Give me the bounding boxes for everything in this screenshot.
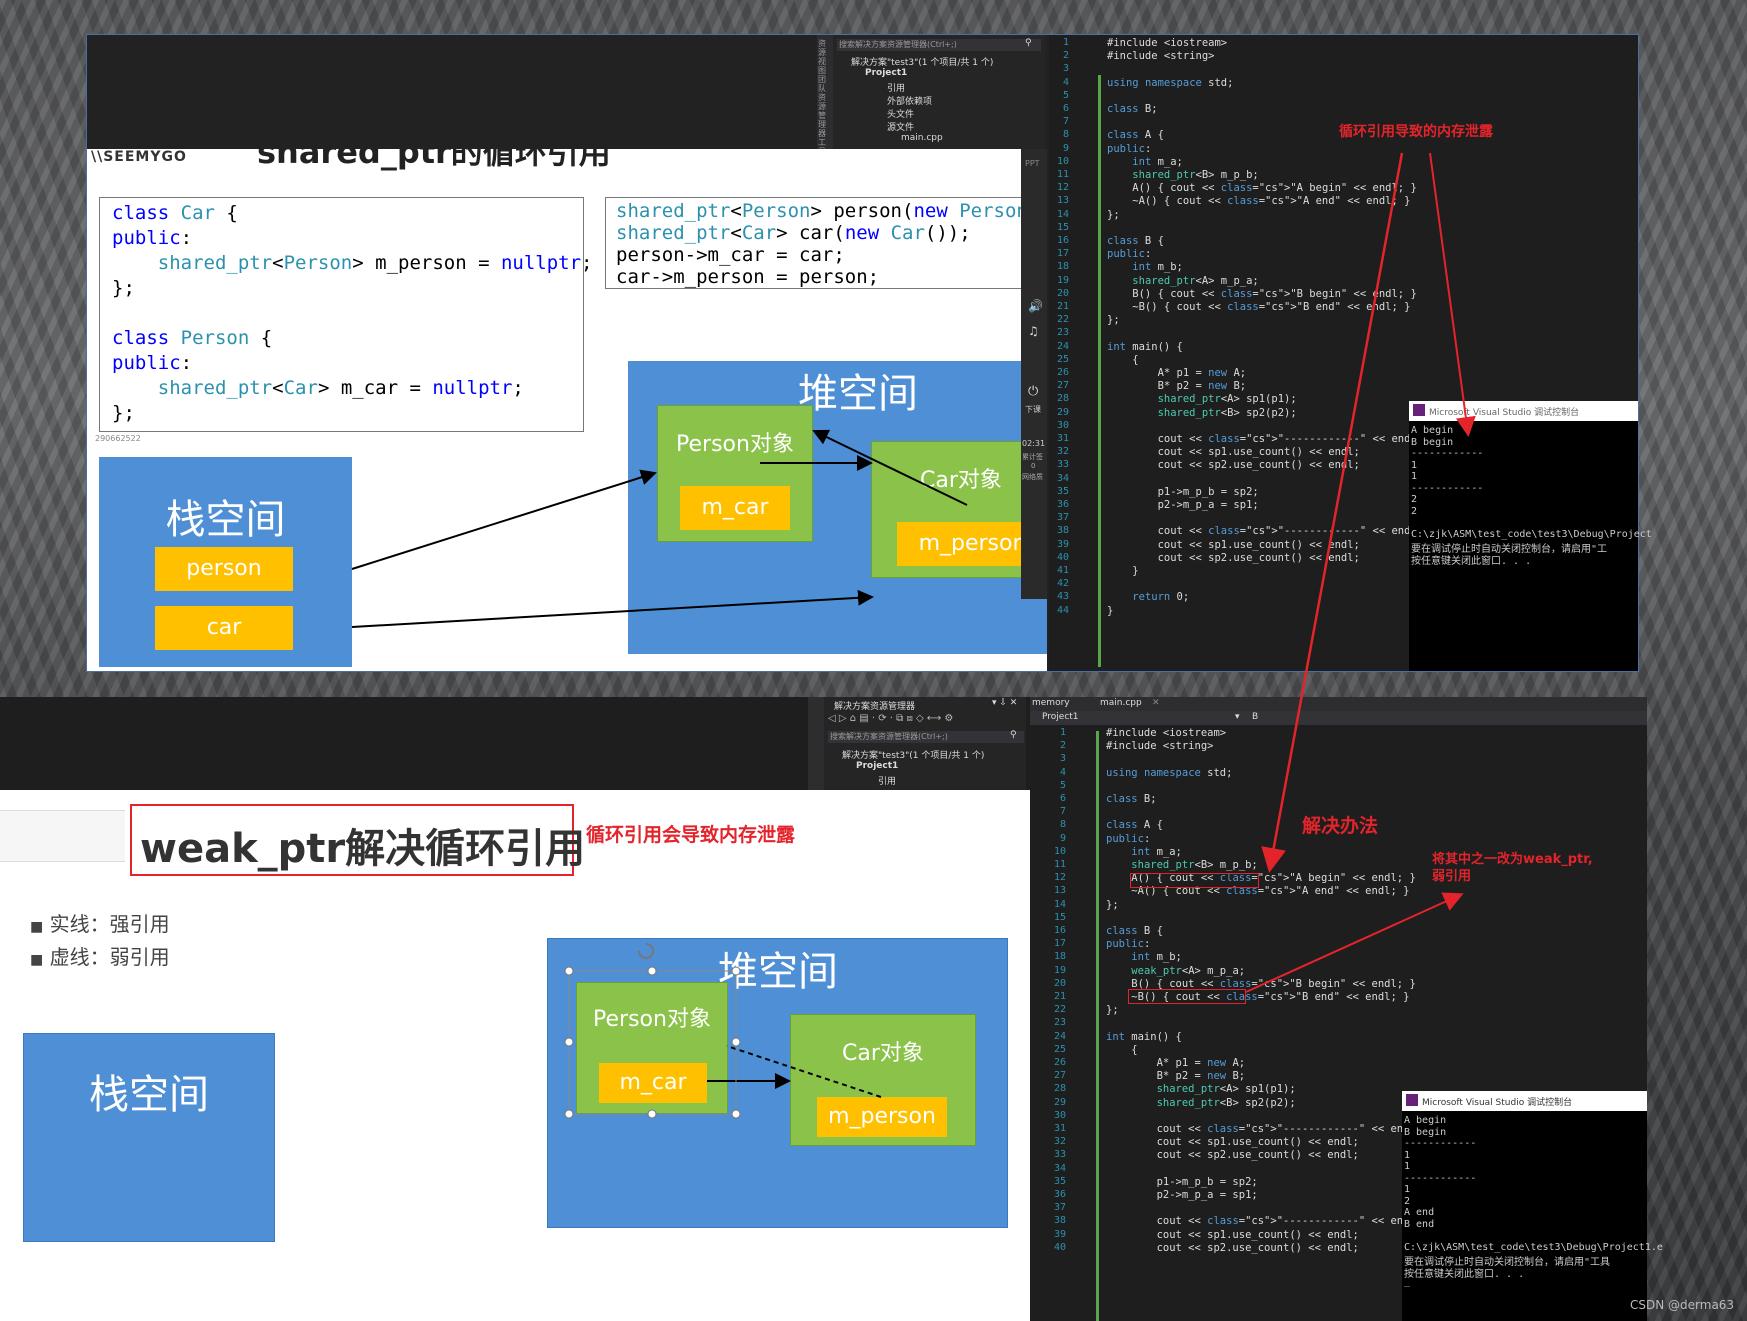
csdn-watermark: CSDN @derma63 <box>1630 1298 1735 1312</box>
annotation-arrows <box>1245 152 1476 993</box>
arrow-to-solution <box>1261 152 1404 873</box>
arrow-to-weak-ptr <box>1245 892 1464 993</box>
arrow-to-console-leak <box>1429 152 1476 437</box>
